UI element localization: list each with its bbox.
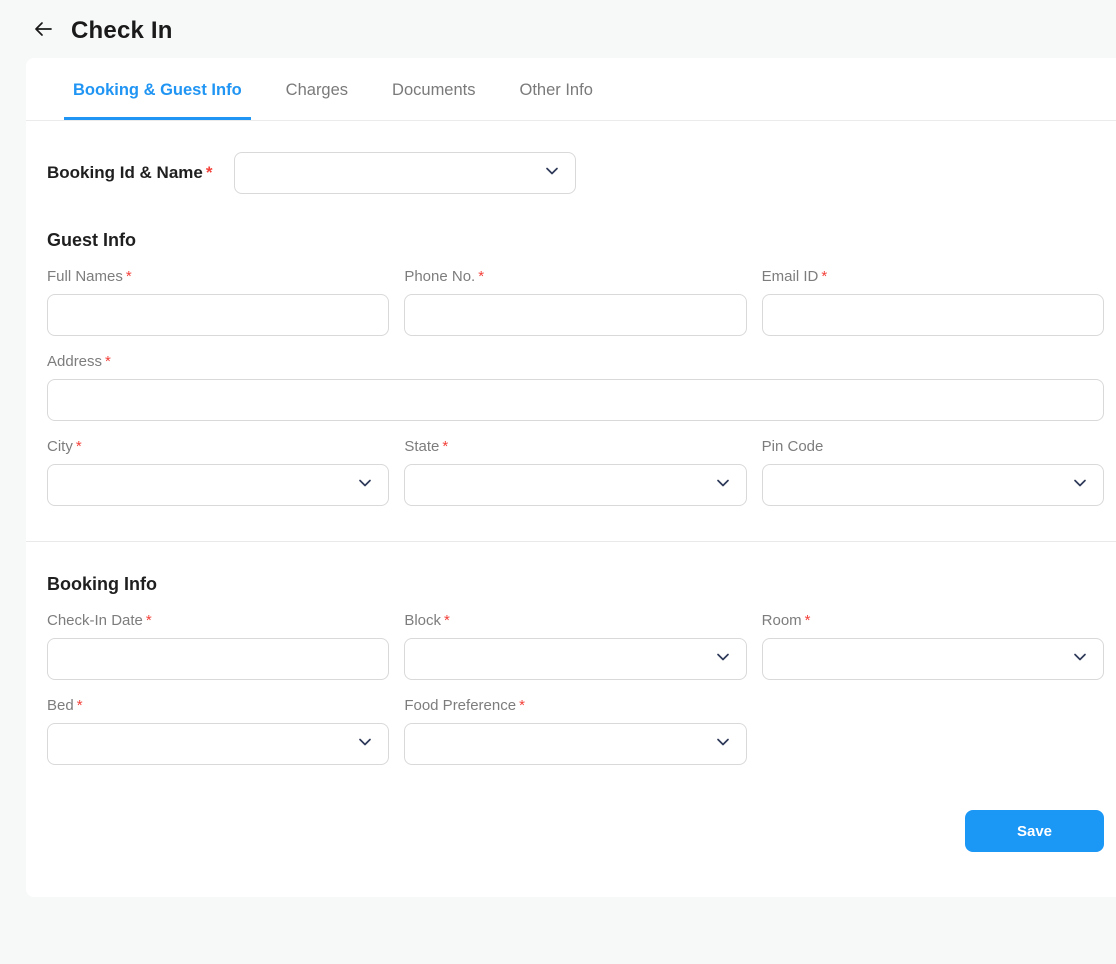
phone-label: Phone No.* xyxy=(404,268,746,285)
check-in-page: Check In Booking & Guest Info Charges Do… xyxy=(0,0,1116,964)
full-names-input[interactable] xyxy=(47,294,389,336)
chevron-down-icon xyxy=(714,648,732,670)
chevron-down-icon xyxy=(1071,648,1089,670)
required-asterisk: * xyxy=(77,697,83,714)
required-asterisk: * xyxy=(478,268,484,285)
room-select[interactable] xyxy=(762,638,1104,680)
page-title: Check In xyxy=(71,17,173,45)
chevron-down-icon xyxy=(543,162,561,184)
block-field: Block* xyxy=(404,612,746,680)
block-label-text: Block xyxy=(404,612,441,629)
email-field: Email ID* xyxy=(762,268,1104,336)
checkin-date-label: Check-In Date* xyxy=(47,612,389,629)
address-label: Address* xyxy=(47,353,1104,370)
food-preference-label: Food Preference* xyxy=(404,697,746,714)
required-asterisk: * xyxy=(76,438,82,455)
address-input[interactable] xyxy=(47,379,1104,421)
room-label-text: Room xyxy=(762,612,802,629)
room-field: Room* xyxy=(762,612,1104,680)
required-asterisk: * xyxy=(206,163,213,182)
required-asterisk: * xyxy=(105,353,111,370)
checkin-date-input[interactable] xyxy=(47,638,389,680)
required-asterisk: * xyxy=(805,612,811,629)
address-label-text: Address xyxy=(47,353,102,370)
required-asterisk: * xyxy=(442,438,448,455)
food-preference-label-text: Food Preference xyxy=(404,697,516,714)
empty-cell xyxy=(762,697,1104,765)
city-field: City* xyxy=(47,438,389,506)
checkin-date-field: Check-In Date* xyxy=(47,612,389,680)
chevron-down-icon xyxy=(1071,474,1089,496)
bed-label: Bed* xyxy=(47,697,389,714)
tab-bar: Booking & Guest Info Charges Documents O… xyxy=(26,58,1116,121)
city-label-text: City xyxy=(47,438,73,455)
bed-field: Bed* xyxy=(47,697,389,765)
address-field: Address* xyxy=(47,353,1104,421)
tab-booking-guest-info[interactable]: Booking & Guest Info xyxy=(64,58,251,120)
booking-id-row: Booking Id & Name* xyxy=(47,152,1104,194)
city-select[interactable] xyxy=(47,464,389,506)
guest-row-2: City* State* Pin Code* xyxy=(47,421,1104,506)
required-asterisk: * xyxy=(821,268,827,285)
check-in-card: Booking & Guest Info Charges Documents O… xyxy=(26,58,1116,897)
bed-select[interactable] xyxy=(47,723,389,765)
section-divider xyxy=(26,541,1116,542)
food-preference-field: Food Preference* xyxy=(404,697,746,765)
save-row: Save xyxy=(47,810,1104,852)
booking-id-select[interactable] xyxy=(234,152,576,194)
required-asterisk: * xyxy=(519,697,525,714)
full-names-field: Full Names* xyxy=(47,268,389,336)
state-label: State* xyxy=(404,438,746,455)
guest-row-1: Full Names* Phone No.* Email ID* xyxy=(47,251,1104,336)
chevron-down-icon xyxy=(714,733,732,755)
guest-info-heading: Guest Info xyxy=(47,230,1104,251)
pin-code-label: Pin Code* xyxy=(762,438,1104,455)
room-label: Room* xyxy=(762,612,1104,629)
tab-other-info[interactable]: Other Info xyxy=(511,58,602,120)
phone-field: Phone No.* xyxy=(404,268,746,336)
block-select[interactable] xyxy=(404,638,746,680)
email-label: Email ID* xyxy=(762,268,1104,285)
save-button[interactable]: Save xyxy=(965,810,1104,852)
checkin-date-label-text: Check-In Date xyxy=(47,612,143,629)
booking-id-label-text: Booking Id & Name xyxy=(47,163,203,182)
email-input[interactable] xyxy=(762,294,1104,336)
state-field: State* xyxy=(404,438,746,506)
tab-content: Booking Id & Name* Guest Info Full Names… xyxy=(26,121,1116,897)
chevron-down-icon xyxy=(714,474,732,496)
phone-input[interactable] xyxy=(404,294,746,336)
full-names-label: Full Names* xyxy=(47,268,389,285)
food-preference-select[interactable] xyxy=(404,723,746,765)
tab-charges[interactable]: Charges xyxy=(277,58,357,120)
city-label: City* xyxy=(47,438,389,455)
email-label-text: Email ID xyxy=(762,268,819,285)
required-asterisk: * xyxy=(146,612,152,629)
full-names-label-text: Full Names xyxy=(47,268,123,285)
pin-code-select[interactable] xyxy=(762,464,1104,506)
page-header: Check In xyxy=(0,0,1116,58)
required-asterisk: * xyxy=(444,612,450,629)
booking-info-heading: Booking Info xyxy=(47,574,1104,595)
tab-documents[interactable]: Documents xyxy=(383,58,484,120)
booking-row-1: Check-In Date* Block* Room* xyxy=(47,595,1104,680)
booking-id-label: Booking Id & Name* xyxy=(47,163,212,183)
pin-code-field: Pin Code* xyxy=(762,438,1104,506)
required-asterisk: * xyxy=(126,268,132,285)
booking-row-2: Bed* Food Preference* xyxy=(47,680,1104,765)
bed-label-text: Bed xyxy=(47,697,74,714)
back-button[interactable] xyxy=(30,18,56,44)
pin-code-label-text: Pin Code xyxy=(762,438,824,455)
chevron-down-icon xyxy=(356,474,374,496)
state-label-text: State xyxy=(404,438,439,455)
block-label: Block* xyxy=(404,612,746,629)
state-select[interactable] xyxy=(404,464,746,506)
chevron-down-icon xyxy=(356,733,374,755)
back-arrow-icon xyxy=(31,17,55,46)
phone-label-text: Phone No. xyxy=(404,268,475,285)
